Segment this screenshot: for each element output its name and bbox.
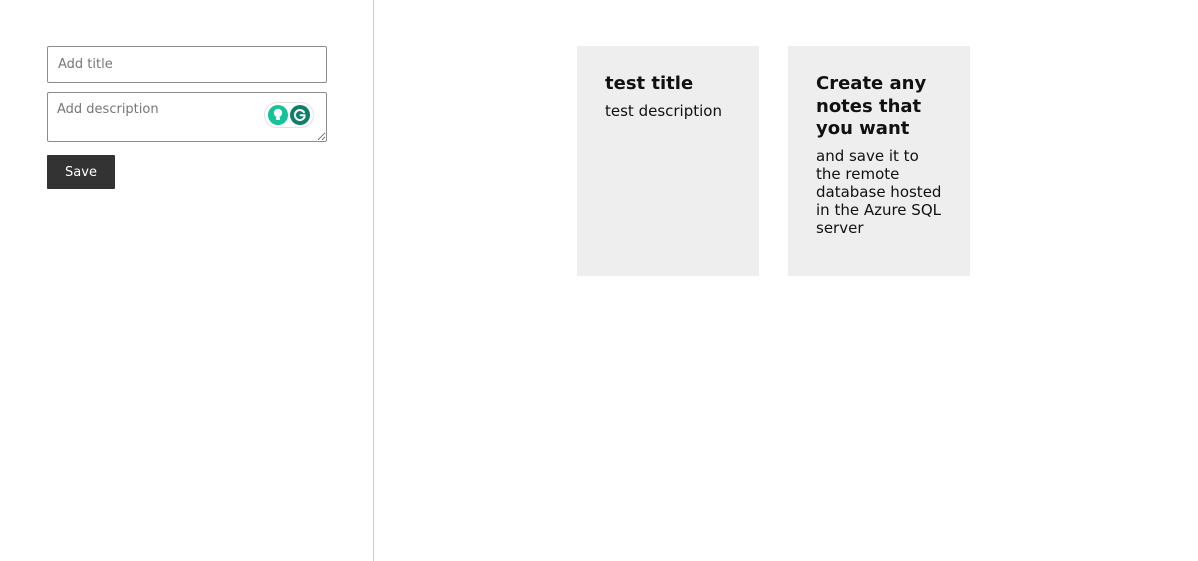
note-title: Create any notes that you want	[816, 73, 927, 139]
note-card[interactable]: Create any notes that you want and save …	[788, 46, 970, 276]
note-card[interactable]: test title test description	[577, 46, 759, 276]
grammarly-widget[interactable]	[264, 102, 314, 128]
note-title: test title	[605, 73, 694, 94]
description-field-wrapper	[47, 92, 327, 142]
lightbulb-icon[interactable]	[268, 105, 288, 125]
save-button[interactable]: Save	[47, 155, 115, 189]
note-description: test description	[605, 101, 722, 120]
grammarly-logo-icon[interactable]	[290, 105, 310, 125]
note-form-panel: Save	[0, 0, 374, 561]
note-description: and save it to the remote database hoste…	[816, 146, 942, 237]
notes-app: Save test title test description Create …	[0, 0, 1198, 561]
title-input[interactable]	[47, 46, 327, 83]
